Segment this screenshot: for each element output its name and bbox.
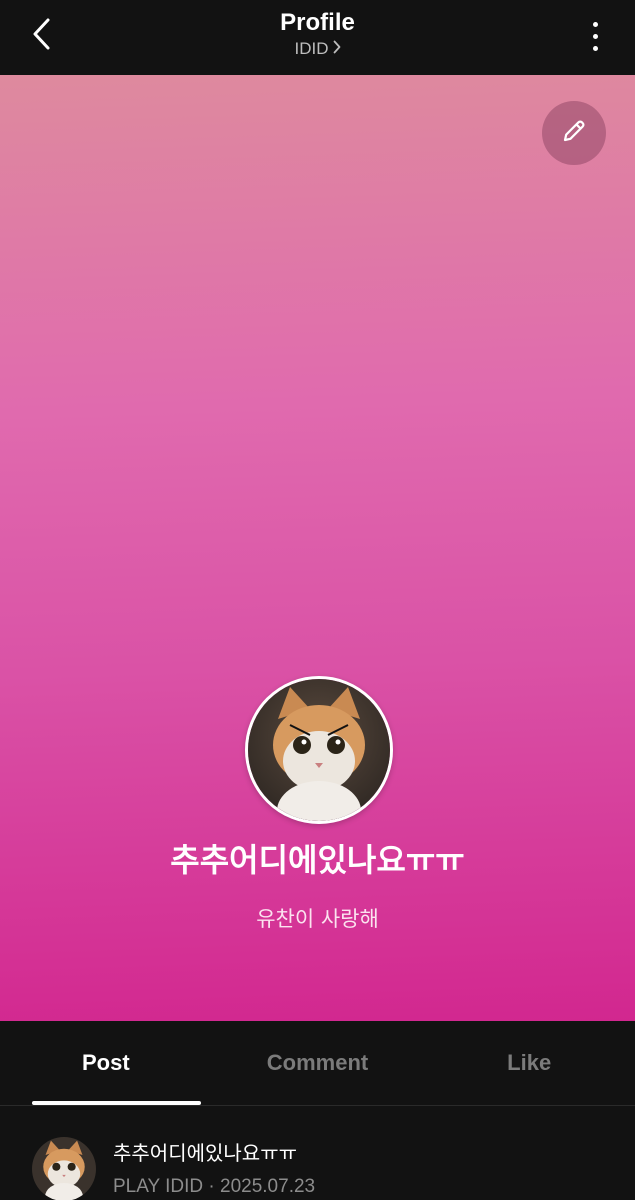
subtitle-link[interactable]: IDID [295,38,341,60]
profile-tabs: Post Comment Like [0,1021,635,1105]
post-list-item[interactable]: 추추어디에있나요ㅠㅠ PLAY IDID · 2025.07.23 [0,1130,635,1200]
profile-nickname: 추추어디에있나요ㅠㅠ [170,841,465,879]
profile-screen: Profile IDID 추추어디에있나요ㅠㅠ 유찬이 사랑해 Post Com… [0,0,635,1200]
post-source: PLAY IDID [113,1176,204,1197]
header-title-group: Profile IDID [0,8,635,60]
more-vertical-icon [592,21,598,27]
post-author-avatar [32,1137,96,1200]
subtitle-label: IDID [294,39,329,58]
chevron-right-icon [333,38,341,60]
more-vertical-icon-dot [592,33,598,39]
more-options-button[interactable] [585,16,605,56]
tab-comment[interactable]: Comment [212,1021,424,1105]
profile-bio: 유찬이 사랑해 [256,907,379,931]
edit-profile-button[interactable] [542,101,606,165]
cat-photo-avatar [248,679,390,821]
pencil-icon [559,116,589,150]
profile-avatar[interactable] [245,676,393,824]
post-meta-separator: · [208,1176,215,1197]
tab-like[interactable]: Like [423,1021,635,1105]
post-author-name: 추추어디에있나요ㅠㅠ [113,1141,297,1165]
post-date: 2025.07.23 [220,1176,316,1197]
tabs-divider [0,1105,635,1106]
post-meta: PLAY IDID · 2025.07.23 [113,1175,315,1199]
cat-photo-avatar-small [32,1137,96,1200]
top-app-bar: Profile IDID [0,0,635,75]
page-title: Profile [280,9,355,36]
profile-cover: 추추어디에있나요ㅠㅠ 유찬이 사랑해 [0,75,635,1021]
tab-post[interactable]: Post [0,1021,212,1105]
more-vertical-icon-dot [592,45,598,51]
